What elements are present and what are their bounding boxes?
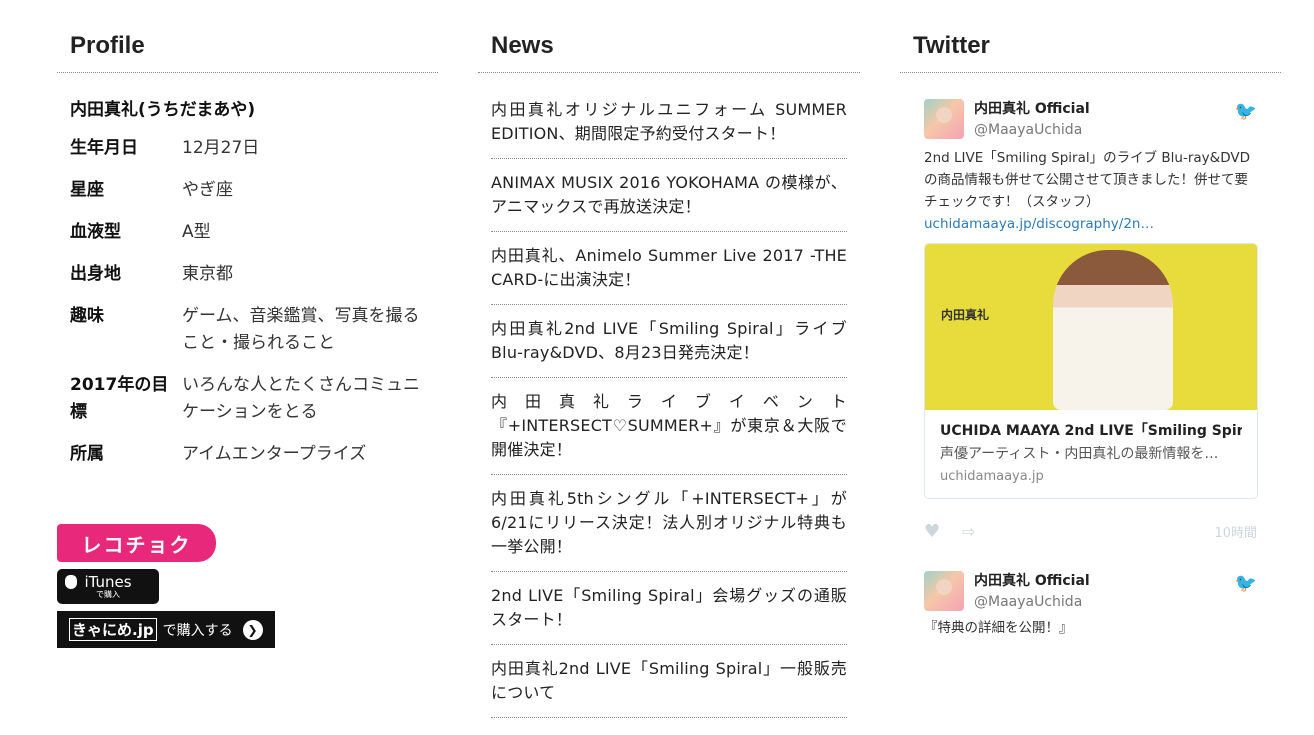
profile-value: 東京都 [182, 264, 233, 284]
news-title: News [491, 32, 554, 59]
tweet-text: 『特典の詳細を公開！』 [924, 620, 1073, 636]
profile-row: 星座 やぎ座 [70, 177, 425, 204]
profile-key: 生年月日 [70, 138, 138, 158]
tweet-author-handle[interactable]: @MaayaUchida [974, 591, 1090, 613]
card-image: 内田真礼 [925, 244, 1257, 410]
profile-key: 出身地 [70, 264, 121, 284]
news-item-link[interactable]: 内田真礼、Animelo Summer Live 2017 -THE CARD-… [491, 232, 847, 305]
twitter-bird-icon[interactable]: 🐦 [1235, 573, 1257, 594]
news-section: News 内田真礼オリジナルユニフォーム SUMMER EDITION、期間限定… [478, 0, 860, 718]
tweet-body: 2nd LIVE「Smiling Spiral」のライブ Blu-ray&DVD… [924, 150, 1250, 210]
itunes-button[interactable]: iTunes で購入 [57, 569, 159, 604]
heart-icon[interactable]: ♥ [924, 521, 940, 542]
profile-key: 血液型 [70, 222, 121, 242]
news-item-link[interactable]: 内田真礼オリジナルユニフォーム SUMMER EDITION、期間限定予約受付ス… [491, 86, 847, 159]
store-badges: レコチョク iTunes で購入 きゃにめ.jp で購入する ❯ [57, 524, 275, 648]
profile-row: 出身地 東京都 [70, 261, 425, 288]
itunes-label: iTunes [84, 573, 132, 591]
twitter-section: Twitter 内田真礼 Official @MaayaUchida 🐦 2nd… [900, 0, 1281, 691]
tweet-author-name[interactable]: 内田真礼 Official [974, 571, 1090, 591]
news-item-link[interactable]: 内田真礼2nd LIVE「Smiling Spiral」一般販売について [491, 645, 847, 718]
profile-value: アイムエンタープライズ [182, 444, 367, 464]
profile-value: ゲーム、音楽鑑賞、写真を撮ること・撮られること [182, 306, 420, 353]
canime-label: で購入する [162, 622, 233, 639]
profile-key: 2017年の目標 [70, 375, 169, 422]
profile-key: 所属 [70, 444, 104, 464]
arrow-right-icon: ❯ [242, 619, 263, 640]
card-title: UCHIDA MAAYA 2nd LIVE「Smiling Spir… [940, 423, 1242, 439]
canime-button[interactable]: きゃにめ.jp で購入する ❯ [57, 611, 275, 648]
news-item-link[interactable]: 2nd LIVE「Smiling Spiral」会場グッズの通販スタート！ [491, 572, 847, 645]
tweet-link-card[interactable]: 内田真礼 UCHIDA MAAYA 2nd LIVE「Smiling Spir…… [924, 243, 1258, 499]
news-item-link[interactable]: ANIMAX MUSIX 2016 YOKOHAMA の模様が、アニマックスで再… [491, 159, 847, 232]
tweet[interactable]: 内田真礼 Official @MaayaUchida 🐦 2nd LIVE「Sm… [924, 99, 1258, 542]
tweet-link[interactable]: uchidamaaya.jp/discography/2n… [924, 216, 1154, 232]
profile-value: やぎ座 [182, 180, 233, 200]
profile-name: 内田真礼(うちだまあや) [70, 100, 256, 120]
news-list: 内田真礼オリジナルユニフォーム SUMMER EDITION、期間限定予約受付ス… [478, 73, 860, 718]
news-item-link[interactable]: 内田真礼5thシングル「+INTERSECT+」が6/21にリリース決定！法人別… [491, 475, 847, 572]
profile-value: A型 [182, 222, 211, 242]
canime-logo: きゃにめ.jp [69, 618, 157, 641]
tweet-timestamp[interactable]: 10時間 [1214, 522, 1257, 541]
profile-value: いろんな人とたくさんコミュニケーションをとる [182, 375, 420, 422]
profile-value: 12月27日 [182, 138, 260, 158]
profile-row: 生年月日 12月27日 [70, 135, 425, 162]
twitter-timeline[interactable]: 内田真礼 Official @MaayaUchida 🐦 2nd LIVE「Sm… [900, 73, 1281, 679]
profile-row: 2017年の目標 いろんな人とたくさんコミュニケーションをとる [70, 372, 425, 426]
card-body: UCHIDA MAAYA 2nd LIVE「Smiling Spir… 声優アー… [925, 410, 1257, 498]
avatar[interactable] [924, 571, 964, 611]
news-item-link[interactable]: 内田真礼ライブイベント『+INTERSECT♡SUMMER+』が東京＆大阪で開催… [491, 378, 847, 475]
profile-key: 趣味 [70, 306, 104, 326]
tweet-author: 内田真礼 Official @MaayaUchida [974, 571, 1090, 613]
card-description: 声優アーティスト・内田真礼の最新情報を… [940, 446, 1219, 462]
tweet-author: 内田真礼 Official @MaayaUchida [974, 99, 1090, 141]
twitter-bird-icon[interactable]: 🐦 [1235, 101, 1257, 122]
profile-row: 所属 アイムエンタープライズ [70, 441, 425, 468]
apple-icon [65, 575, 77, 589]
tweet-text: 2nd LIVE「Smiling Spiral」のライブ Blu-ray&DVD… [924, 147, 1257, 235]
card-image-text: 内田真礼 [941, 308, 990, 322]
tweet-author-name[interactable]: 内田真礼 Official [974, 99, 1090, 119]
share-icon[interactable]: ⇨ [962, 522, 975, 541]
profile-key: 星座 [70, 180, 104, 200]
avatar[interactable] [924, 99, 964, 139]
recochoku-button[interactable]: レコチョク [57, 524, 216, 562]
tweet-header: 内田真礼 Official @MaayaUchida 🐦 [924, 99, 1257, 141]
twitter-title: Twitter [913, 32, 990, 59]
profile-title: Profile [70, 32, 145, 59]
profile-row: 趣味 ゲーム、音楽鑑賞、写真を撮ること・撮られること [70, 303, 425, 357]
card-domain: uchidamaaya.jp [940, 469, 1044, 484]
timeline-cutoff [900, 651, 1281, 691]
tweet[interactable]: 内田真礼 Official @MaayaUchida 🐦 『特典の詳細を公開！』 [924, 571, 1257, 639]
card-photo [1053, 250, 1173, 410]
tweet-author-handle[interactable]: @MaayaUchida [974, 119, 1090, 141]
profile-body: 内田真礼(うちだまあや) 生年月日 12月27日 星座 やぎ座 血液型 A型 出… [57, 73, 438, 468]
news-item-link[interactable]: 内田真礼2nd LIVE「Smiling Spiral」ライブBlu-ray&D… [491, 305, 847, 378]
tweet-actions: ♥ ⇨ 10時間 [924, 521, 1257, 542]
itunes-sub-label: で購入 [96, 590, 120, 599]
tweet-header: 内田真礼 Official @MaayaUchida 🐦 [924, 571, 1257, 613]
profile-section: Profile 内田真礼(うちだまあや) 生年月日 12月27日 星座 やぎ座 … [57, 0, 438, 648]
profile-row: 血液型 A型 [70, 219, 425, 246]
